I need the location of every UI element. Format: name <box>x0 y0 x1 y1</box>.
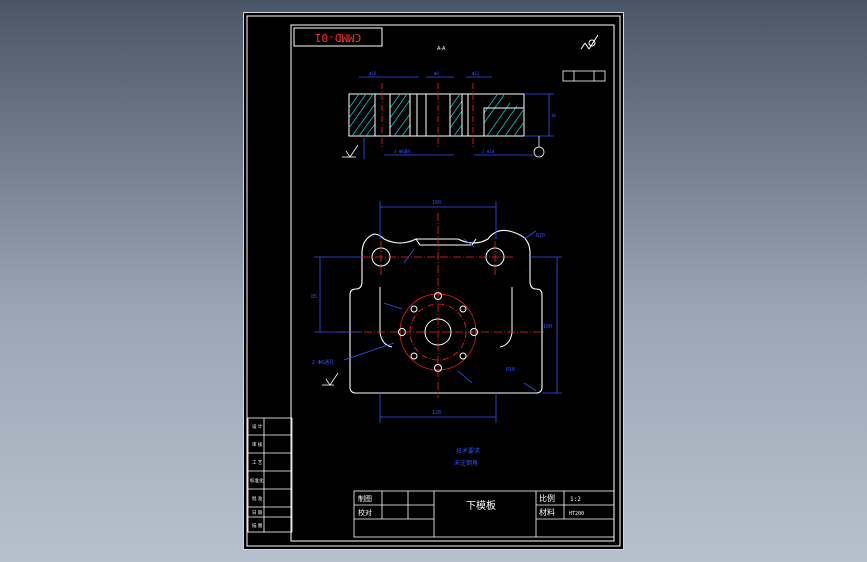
section-label: A-A <box>437 46 446 52</box>
title-scale-label: 比例 <box>539 493 555 503</box>
plan-view: 160 120 85 100 R20 R10 2-Φ8通孔 <box>311 200 562 423</box>
dim-width-top: 160 <box>432 200 441 206</box>
title-material-label: 材料 <box>539 507 555 517</box>
side-row-7: 描 图 <box>252 522 263 529</box>
side-row-2: 审 核 <box>252 441 263 448</box>
section-view: Φ16 Φ8 Φ12 30 4-Φ8通孔 2-Φ10 <box>342 70 606 159</box>
code-block: CMMD-01 <box>293 27 383 47</box>
dim-radius-top: R20 <box>536 233 545 239</box>
dim-width-bottom: 120 <box>432 410 441 416</box>
drawing-sheet: CMMD-01 A-A Φ16 Φ8 Φ12 30 4-Φ8通孔 2-Φ10 1… <box>244 13 623 549</box>
side-row-6: 日 期 <box>252 510 263 516</box>
dim-radius-bottom: R10 <box>506 367 515 373</box>
svg-text:Φ16: Φ16 <box>369 71 377 76</box>
title-part-name: 下模板 <box>466 499 496 512</box>
dim-height-left: 85 <box>311 294 317 300</box>
side-row-3: 工 艺 <box>252 460 263 466</box>
note-line1: 技术要求 <box>456 447 480 455</box>
dim-height-right: 100 <box>543 324 552 330</box>
roughness-mark <box>580 34 599 50</box>
outer-frame <box>246 15 621 547</box>
drawing-canvas: CMMD-01 A-A Φ16 Φ8 Φ1230 4-Φ8通孔 2-Φ10 16… <box>246 15 621 547</box>
note-line2: 未注倒角 <box>454 459 478 467</box>
title-check-label: 校对 <box>358 508 372 517</box>
title-material-value: HT200 <box>569 511 584 517</box>
title-name-label: 制图 <box>358 494 372 503</box>
svg-text:Φ12: Φ12 <box>472 71 480 76</box>
title-scale-value: 1:2 <box>570 496 581 503</box>
svg-text:Φ8: Φ8 <box>434 71 439 76</box>
side-row-1: 设 计 <box>252 423 263 430</box>
svg-text:2-Φ10: 2-Φ10 <box>482 149 495 154</box>
code-text: CMMD-01 <box>315 31 361 44</box>
hole-callout: 2-Φ8通孔 <box>312 359 334 366</box>
side-row-5: 批 准 <box>252 495 263 502</box>
inner-frame <box>290 24 615 542</box>
svg-text:4-Φ8通孔: 4-Φ8通孔 <box>394 148 412 154</box>
svg-text:30: 30 <box>551 113 556 118</box>
side-row-4: 标准化 <box>250 477 264 484</box>
